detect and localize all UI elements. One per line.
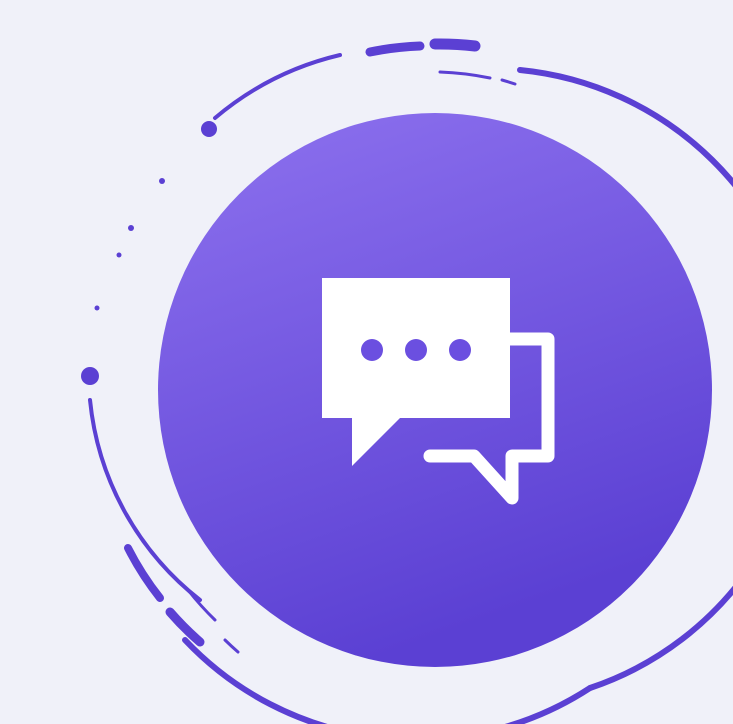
ring-dash-top-3	[438, 70, 492, 80]
ring-dot	[116, 252, 122, 258]
ring-arc-top-left	[213, 53, 342, 120]
ring-dot	[128, 225, 134, 231]
ring-dot	[159, 178, 165, 184]
illustration-canvas	[81, 38, 733, 724]
ring-dash-top-1	[365, 41, 425, 57]
ring-dot	[201, 121, 217, 137]
ring-dash-lower-4	[223, 638, 240, 654]
ring-dash-lower-3	[186, 588, 217, 622]
ring-dash-top-2	[429, 38, 481, 52]
typing-dot	[361, 339, 383, 361]
ring-dot	[94, 305, 100, 311]
chat-badge-illustration	[0, 0, 733, 724]
typing-dot	[449, 339, 471, 361]
ring-dot	[81, 367, 99, 385]
ring-dash-top-4	[500, 78, 517, 86]
typing-dot	[405, 339, 427, 361]
